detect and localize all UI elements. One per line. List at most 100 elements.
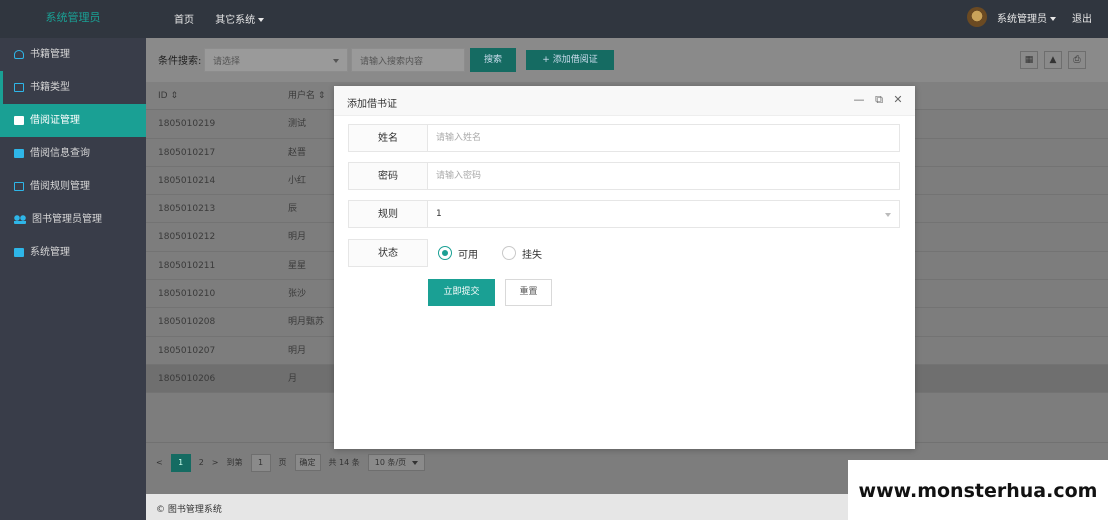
status-lost-label: 挂失 xyxy=(522,249,542,261)
reset-button[interactable]: 重置 xyxy=(505,279,552,306)
prev-page-button[interactable]: < xyxy=(156,458,163,467)
chevron-down-icon xyxy=(258,18,265,22)
condition-select[interactable]: 请选择 xyxy=(204,48,348,72)
close-icon[interactable]: ✕ xyxy=(891,93,905,107)
logout-link[interactable]: 退出 xyxy=(1072,10,1092,25)
page-2-button[interactable]: 2 xyxy=(199,458,204,467)
cell-id: 1805010211 xyxy=(158,260,216,271)
maximize-icon[interactable]: ⧉ xyxy=(872,93,886,107)
status-available-option[interactable]: 可用 xyxy=(438,246,478,261)
cell-id: 1805010217 xyxy=(158,147,216,158)
rule-select[interactable]: 1 xyxy=(428,200,900,228)
cell-username: 小红 xyxy=(288,175,307,186)
sidebar: 书籍管理 书籍类型 借阅证管理 借阅信息查询 借阅规则管理 图书管理员管理 系统… xyxy=(0,38,146,520)
search-label: 条件搜索: xyxy=(158,56,202,67)
cell-username: 测试 xyxy=(288,119,307,130)
user-name: 系统管理员 xyxy=(997,13,1047,25)
status-lost-option[interactable]: 挂失 xyxy=(502,246,542,261)
export-icon[interactable]: ▲ xyxy=(1044,51,1062,69)
sidebar-item-label: 借阅规则管理 xyxy=(30,181,90,192)
status-row: 状态 可用 挂失 xyxy=(348,239,566,267)
user-area: 系统管理员 退出 xyxy=(967,7,1092,27)
user-menu[interactable]: 系统管理员 xyxy=(997,10,1056,25)
select-placeholder: 请选择 xyxy=(213,57,241,67)
print-icon[interactable]: ⎙ xyxy=(1068,51,1086,69)
dialog-title: 添加借书证 xyxy=(347,99,397,110)
cell-id: 1805010210 xyxy=(158,289,216,300)
users-icon xyxy=(14,215,26,224)
password-row: 密码 请输入密码 xyxy=(348,162,900,190)
sidebar-item-books[interactable]: 书籍管理 xyxy=(0,38,146,71)
search-button[interactable]: 搜索 xyxy=(470,48,516,72)
cell-username: 张沙 xyxy=(288,289,307,300)
dialog-header: 添加借书证 — ⧉ ✕ xyxy=(334,86,915,116)
header-id[interactable]: ID ⇕ xyxy=(146,82,276,109)
name-row: 姓名 请输入姓名 xyxy=(348,124,900,152)
watermark: www.monsterhua.com xyxy=(848,460,1108,520)
name-label: 姓名 xyxy=(348,124,428,152)
status-available-label: 可用 xyxy=(458,249,478,261)
cell-id: 1805010214 xyxy=(158,175,216,186)
sidebar-item-librarians[interactable]: 图书管理员管理 xyxy=(0,203,146,236)
status-radio-group: 可用 挂失 xyxy=(428,239,566,267)
password-field[interactable]: 请输入密码 xyxy=(428,162,900,190)
add-card-button[interactable]: + 添加借阅证 xyxy=(526,50,614,70)
columns-icon[interactable]: ▦ xyxy=(1020,51,1038,69)
rules-icon xyxy=(14,182,24,191)
cell-id: 1805010212 xyxy=(158,232,216,243)
sidebar-item-label: 书籍类型 xyxy=(30,82,70,93)
query-icon xyxy=(14,149,24,158)
settings-icon xyxy=(14,248,24,257)
cell-username: 明月 xyxy=(288,345,307,356)
name-field[interactable]: 请输入姓名 xyxy=(428,124,900,152)
chevron-down-icon xyxy=(411,460,418,465)
total-count: 共 14 条 xyxy=(328,458,360,467)
sidebar-item-system[interactable]: 系统管理 xyxy=(0,236,146,269)
rule-row: 规则 1 xyxy=(348,200,900,228)
sidebar-item-label: 借阅信息查询 xyxy=(30,148,90,159)
card-icon xyxy=(14,116,24,125)
page-size-select[interactable]: 10 条/页 xyxy=(367,454,425,471)
cell-id: 1805010207 xyxy=(158,345,216,356)
nav-other-label: 其它系统 xyxy=(215,15,256,26)
books-icon xyxy=(14,50,24,59)
search-input[interactable]: 请输入搜索内容 xyxy=(351,48,465,72)
submit-button[interactable]: 立即提交 xyxy=(428,279,495,306)
next-page-button[interactable]: > xyxy=(212,458,219,467)
cell-username: 辰 xyxy=(288,204,298,215)
sidebar-item-book-types[interactable]: 书籍类型 xyxy=(0,71,146,104)
chevron-down-icon xyxy=(1050,16,1056,21)
nav-home[interactable]: 首页 xyxy=(174,15,194,26)
goto-label: 到第 xyxy=(226,458,243,467)
radio-checked-icon xyxy=(438,246,452,260)
cell-id: 1805010206 xyxy=(158,373,216,384)
sidebar-item-rules[interactable]: 借阅规则管理 xyxy=(0,170,146,203)
search-toolbar: 条件搜索: 请选择 请输入搜索内容 搜索 + 添加借阅证 ▦ ▲ ⎙ xyxy=(146,38,1108,82)
header-username[interactable]: 用户名 ⇕ xyxy=(276,82,336,109)
cell-username: 明月甄苏 xyxy=(288,317,325,328)
goto-confirm-button[interactable]: 确定 xyxy=(294,454,321,471)
rule-label: 规则 xyxy=(348,200,428,228)
cell-username: 明月 xyxy=(288,232,307,243)
sidebar-item-label: 系统管理 xyxy=(30,247,70,258)
cell-username: 月 xyxy=(288,373,298,384)
add-card-dialog: 添加借书证 — ⧉ ✕ 姓名 请输入姓名 密码 请输入密码 规则 1 状态 可用… xyxy=(334,86,915,449)
sidebar-item-label: 图书管理员管理 xyxy=(32,214,102,225)
cell-id: 1805010208 xyxy=(158,317,216,328)
nav-other-systems[interactable]: 其它系统 xyxy=(215,15,265,26)
sidebar-item-label: 书籍管理 xyxy=(30,49,70,60)
page-1-button[interactable]: 1 xyxy=(170,453,191,472)
cell-id: 1805010213 xyxy=(158,204,216,215)
cell-username: 赵晋 xyxy=(288,147,307,158)
page-size-value: 10 条/页 xyxy=(374,458,407,467)
avatar[interactable] xyxy=(967,7,987,27)
radio-unchecked-icon xyxy=(502,246,516,260)
app-logo[interactable]: 系统管理员 xyxy=(0,0,146,38)
chevron-down-icon xyxy=(333,59,339,63)
sidebar-item-cards[interactable]: 借阅证管理 xyxy=(0,104,146,137)
sidebar-item-borrow-query[interactable]: 借阅信息查询 xyxy=(0,137,146,170)
status-label: 状态 xyxy=(348,239,428,267)
minimize-icon[interactable]: — xyxy=(852,93,866,107)
goto-page-input[interactable]: 1 xyxy=(250,453,271,472)
cell-id: 1805010219 xyxy=(158,119,216,130)
